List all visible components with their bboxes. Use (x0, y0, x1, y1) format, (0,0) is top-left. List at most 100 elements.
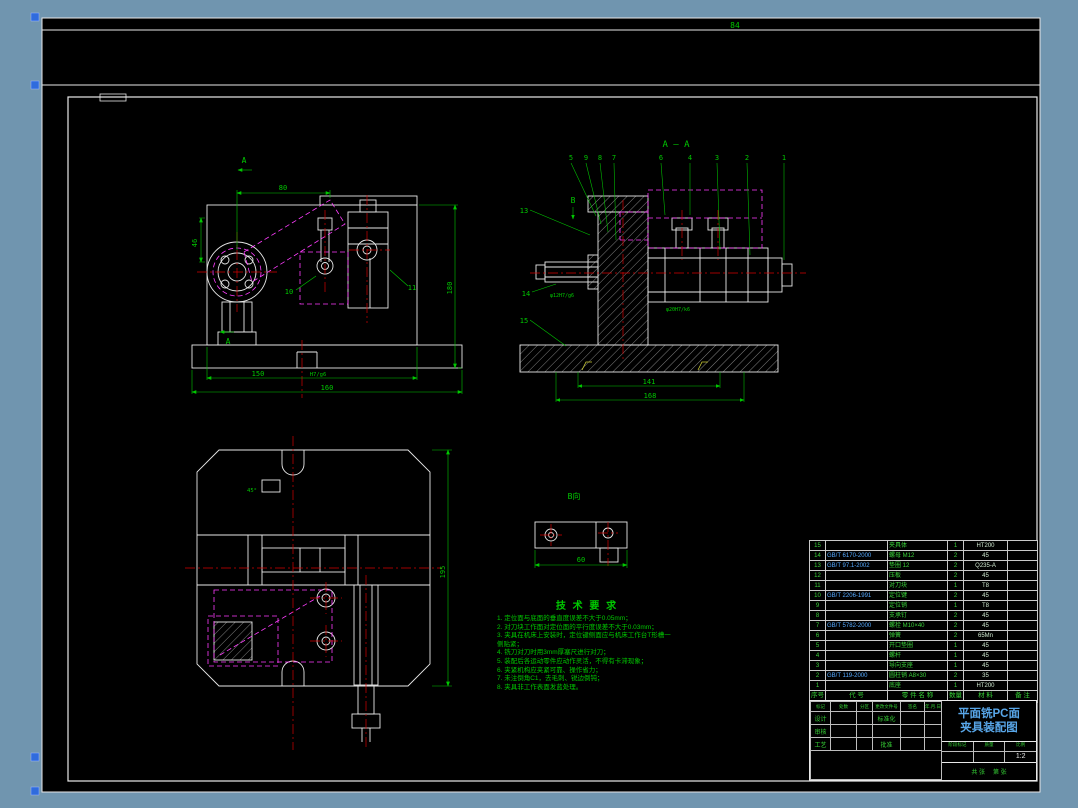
dim-168: 168 (644, 392, 657, 400)
tech-item: 4. 铣刀对刀时用3mm厚塞尺进行对刀； (497, 649, 610, 657)
label-design: 设计 (810, 711, 831, 725)
drawing-title-line2: 夹具装配图 (960, 722, 1018, 734)
bom-cell-no: 6 (809, 630, 826, 641)
tech-requirements-title: 技 术 要 求 (555, 601, 619, 612)
bom-cell-no: 9 (809, 600, 826, 611)
bom-row: 12 压板 2 45 (809, 570, 1038, 581)
stage-field: 阶段标记 (942, 742, 974, 762)
dim-180: 180 (446, 282, 454, 295)
bom-cell-no: 10 (809, 590, 826, 601)
bom-cell-no: 2 (809, 670, 826, 681)
bom-cell-note (1007, 630, 1038, 641)
bom-row: 11 对刀块 1 T8 (809, 580, 1038, 591)
bom-cell-mat: 45 (963, 610, 1008, 621)
scale-value: 1:2 (1015, 753, 1026, 760)
bom-cell-no: 14 (809, 550, 826, 561)
dim-150: 150 (252, 370, 265, 378)
bom-row: 4 螺杆 1 45 (809, 650, 1038, 661)
bom-cell-mat: 45 (963, 660, 1008, 671)
empty-cell (856, 737, 873, 751)
dim-141: 141 (643, 378, 656, 386)
tech-item: 6. 夹紧机构应夹紧可靠、操作省力； (497, 666, 602, 674)
grip-handle[interactable] (30, 80, 40, 90)
grip-handle[interactable] (30, 12, 40, 22)
label-approve: 批准 (872, 737, 901, 751)
bom-cell-name: 螺母 M12 (887, 550, 948, 561)
bom-cell-note (1007, 620, 1038, 631)
label-signature: 签名 (900, 701, 925, 712)
balloon-4: 4 (688, 154, 692, 162)
bom-cell-qty: 2 (947, 550, 964, 561)
b-view-label: B向 (568, 491, 581, 501)
empty-cell (924, 737, 942, 751)
sheet-total: 共 张 (971, 770, 985, 776)
balloon-14: 14 (522, 290, 530, 298)
parts-list: 15 夹具体 1 HT200 14 GB/T 6170-2000 螺母 M12 2 45 13 GB… (809, 540, 1038, 703)
scale-field: 比例 1:2 (1005, 742, 1037, 762)
bom-row: 2 GB/T 119-2000 圆柱销 A8×30 2 35 (809, 670, 1038, 681)
balloon-5: 5 (569, 154, 573, 162)
empty-cell (900, 724, 925, 738)
bom-cell-note (1007, 640, 1038, 651)
bom-row: 5 开口垫圈 1 45 (809, 640, 1038, 651)
bom-cell-no: 13 (809, 560, 826, 571)
label-scale: 比例 (1005, 742, 1037, 752)
sheet-number: 第 张 (993, 770, 1007, 776)
bom-row: 13 GB/T 97.1-2002 垫圈 12 2 Q235-A (809, 560, 1038, 571)
empty-cell (900, 737, 925, 751)
bom-cell-note (1007, 570, 1038, 581)
bom-cell-code: GB/T 6170-2000 (825, 550, 888, 561)
bom-cell-mat: HT200 (963, 680, 1008, 691)
empty-cell (830, 724, 857, 738)
balloon-15: 15 (520, 317, 528, 325)
bom-cell-code (825, 660, 888, 671)
label-zone: 分区 (856, 701, 873, 712)
label-date: 年.月.日 (924, 701, 942, 712)
bom-cell-code (825, 580, 888, 591)
cad-viewport[interactable]: 84 80 A A 46 180 150 160 H7/g6 10 11 A —… (0, 0, 1078, 808)
bom-cell-qty: 2 (947, 670, 964, 681)
bom-cell-code (825, 610, 888, 621)
bom-cell-no: 1 (809, 680, 826, 691)
sheet-count: 共 张 第 张 (942, 763, 1036, 780)
balloon-7: 7 (612, 154, 616, 162)
bom-cell-code (825, 600, 888, 611)
bom-cell-no: 8 (809, 610, 826, 621)
grip-handle[interactable] (30, 786, 40, 796)
bom-cell-name: 导向支座 (887, 660, 948, 671)
bom-row: 10 GB/T 2206-1991 定位键 2 45 (809, 590, 1038, 601)
bom-cell-name: 夹具体 (887, 540, 948, 551)
view-arrow-b: B (571, 196, 576, 205)
label-count: 处数 (830, 701, 857, 712)
bom-row: 9 定位销 1 T8 (809, 600, 1038, 611)
bom-cell-note (1007, 670, 1038, 681)
balloon-3: 3 (715, 154, 719, 162)
bom-cell-no: 7 (809, 620, 826, 631)
bom-cell-name: 对刀块 (887, 580, 948, 591)
selection-grips[interactable] (30, 12, 40, 796)
grip-handle[interactable] (30, 752, 40, 762)
bom-cell-code (825, 540, 888, 551)
bom-cell-qty: 2 (947, 610, 964, 621)
bom-cell-mat: 45 (963, 650, 1008, 661)
dim-60: 60 (577, 556, 585, 564)
bom-row: 8 支承钉 2 45 (809, 610, 1038, 621)
fit-annotation: H7/g6 (310, 372, 327, 378)
tech-item: 1. 定位面与底面的垂直度误差不大于0.05mm； (497, 615, 632, 622)
check-row: 审核 (810, 724, 942, 738)
bom-cell-qty: 1 (947, 600, 964, 611)
bom-row: 1 底座 1 HT200 (809, 680, 1038, 691)
bom-row: 3 导向支座 1 45 (809, 660, 1038, 671)
bom-cell-note (1007, 590, 1038, 601)
empty-cell (830, 711, 857, 725)
bom-cell-name: 定位销 (887, 600, 948, 611)
bom-row: 14 GB/T 6170-2000 螺母 M12 2 45 (809, 550, 1038, 561)
bom-cell-no: 4 (809, 650, 826, 661)
bom-cell-qty: 1 (947, 540, 964, 551)
balloon-1: 1 (782, 154, 786, 162)
filler-row (810, 750, 942, 780)
bom-cell-qty: 2 (947, 560, 964, 571)
tech-item: 3. 夹具在机床上安装时，定位键侧面应与机床工作台T形槽一侧贴紧； (497, 632, 671, 648)
label-mark: 标记 (810, 701, 831, 712)
bom-cell-name: 垫圈 12 (887, 560, 948, 571)
